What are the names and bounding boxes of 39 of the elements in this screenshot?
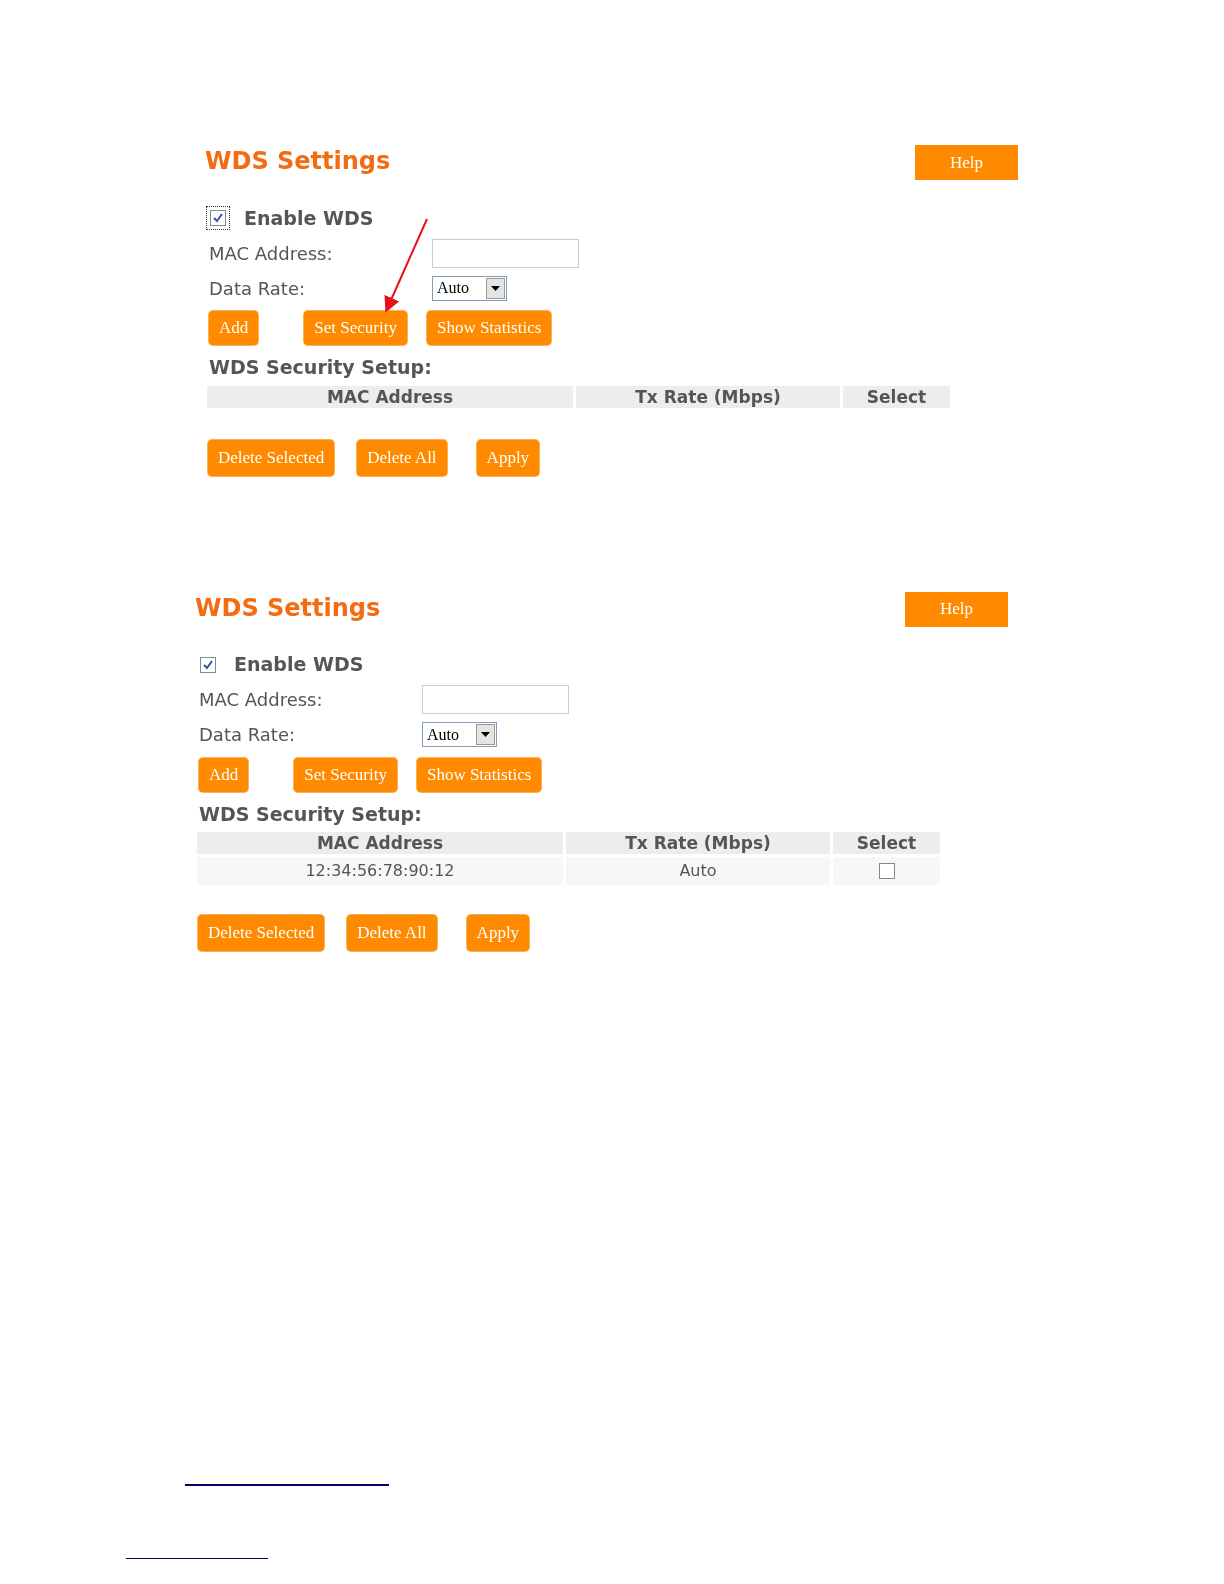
checkmark-icon xyxy=(213,213,223,223)
data-rate-dropdown[interactable]: Auto xyxy=(422,722,497,747)
table-action-button[interactable]: Delete Selected xyxy=(208,439,335,476)
action-button[interactable]: Set Security xyxy=(304,311,407,345)
column-header: Tx Rate (Mbps) xyxy=(576,385,840,408)
table-cell: Auto xyxy=(566,857,830,885)
action-button[interactable]: Show Statistics xyxy=(416,757,542,792)
mac-address-label: MAC Address: xyxy=(209,241,334,266)
table-action-button[interactable]: Delete All xyxy=(357,439,447,476)
enable-label: Enable WDS xyxy=(234,652,364,678)
action-button[interactable]: Show Statistics xyxy=(426,311,552,345)
table-cell: 12:34:56:78:90:12 xyxy=(197,857,563,885)
section-title: WDS Security Setup: xyxy=(209,355,433,380)
data-rate-dropdown[interactable]: Auto xyxy=(432,275,507,301)
table-action-button[interactable]: Apply xyxy=(476,439,540,476)
data-rate-label: Data Rate: xyxy=(209,276,307,301)
action-button[interactable]: Add xyxy=(209,311,259,345)
table-action-button[interactable]: Delete Selected xyxy=(198,915,325,951)
page-title: WDS Settings xyxy=(195,592,381,624)
data-rate-label: Data Rate: xyxy=(199,723,297,747)
column-header: MAC Address xyxy=(207,385,573,408)
help-button[interactable]: Help xyxy=(915,145,1018,180)
table-action-button[interactable]: Delete All xyxy=(347,915,437,951)
column-header: Select xyxy=(833,832,940,854)
column-header: Tx Rate (Mbps) xyxy=(566,832,830,854)
enable-label: Enable WDS xyxy=(244,205,374,231)
column-header: Select xyxy=(843,385,950,408)
checkmark-icon xyxy=(203,659,213,670)
page-title: WDS Settings xyxy=(205,146,391,177)
action-button[interactable]: Add xyxy=(199,757,249,792)
section-title: WDS Security Setup: xyxy=(199,801,423,827)
help-button[interactable]: Help xyxy=(905,591,1008,627)
column-header: MAC Address xyxy=(197,832,563,854)
table-action-button[interactable]: Apply xyxy=(466,915,530,951)
mac-address-label: MAC Address: xyxy=(199,688,324,712)
enable-checkbox[interactable] xyxy=(206,206,230,230)
mac-address-field[interactable] xyxy=(422,685,569,714)
mac-address-field[interactable] xyxy=(432,238,579,268)
action-button[interactable]: Set Security xyxy=(294,757,397,792)
